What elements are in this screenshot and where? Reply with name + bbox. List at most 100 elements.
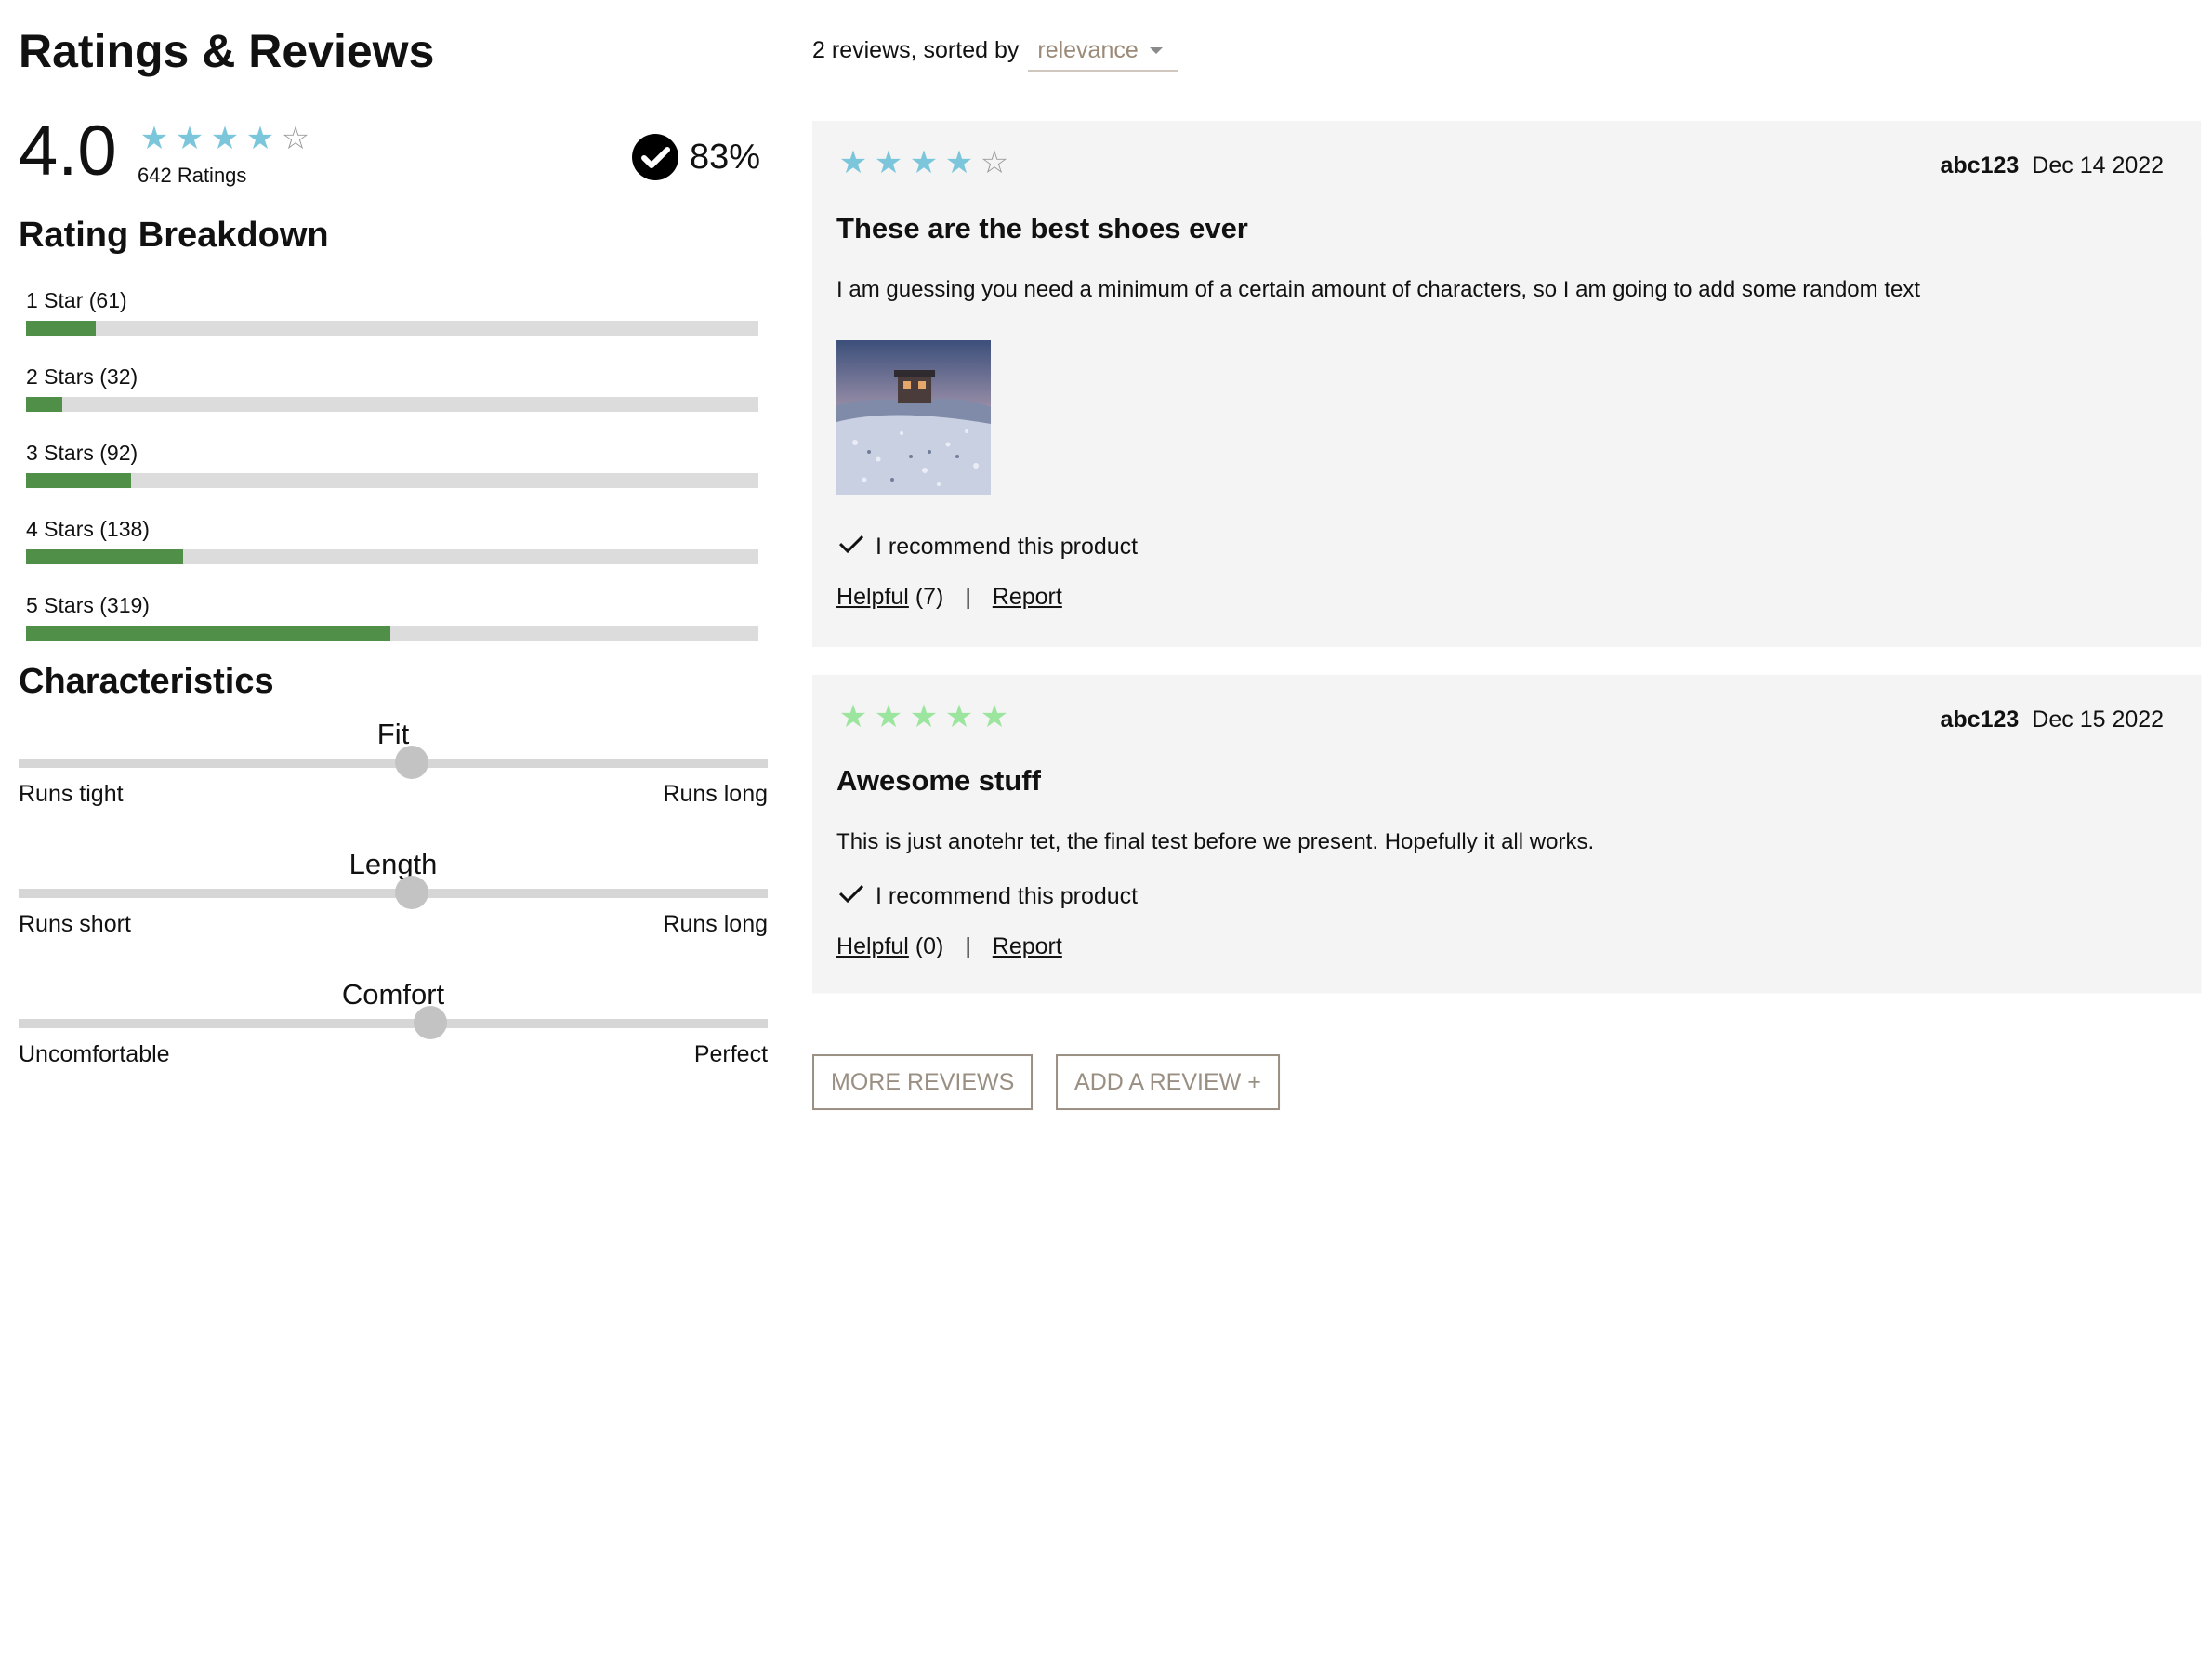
characteristic-low-label: Runs short bbox=[19, 911, 131, 938]
helpful-link[interactable]: Helpful bbox=[836, 584, 909, 610]
characteristic-name: Comfort bbox=[341, 978, 445, 1011]
review-card: ★ ★ ★ ★ ★ abc123 Dec 15 2022 Awesome stuff Th… bbox=[812, 675, 2202, 994]
star-icon: ★ bbox=[874, 145, 905, 181]
action-separator: | bbox=[965, 933, 971, 960]
characteristic-low-label: Runs tight bbox=[19, 781, 124, 808]
review-photo[interactable] bbox=[836, 340, 992, 496]
review-meta: abc123 Dec 14 2022 bbox=[1940, 152, 2164, 179]
star-icon: ★ bbox=[909, 699, 941, 735]
sort-dropdown[interactable]: relevance bbox=[1028, 37, 1178, 73]
helpful-count: (0) bbox=[915, 933, 944, 960]
review-date: Dec 14 2022 bbox=[2032, 152, 2165, 179]
rating-breakdown-title: Rating Breakdown bbox=[19, 216, 329, 256]
star-icon: ★ bbox=[909, 145, 941, 181]
breakdown-bar-track bbox=[26, 549, 759, 565]
review-date: Dec 15 2022 bbox=[2032, 707, 2165, 733]
star-icon: ★ bbox=[838, 699, 870, 735]
characteristic-length: Length Runs short Runs long bbox=[19, 848, 768, 938]
star-icon: ★ bbox=[874, 699, 905, 735]
check-circle-icon bbox=[632, 134, 679, 181]
report-link[interactable]: Report bbox=[993, 933, 1062, 959]
breakdown-row-5[interactable]: 5 Stars (319) bbox=[26, 593, 759, 641]
breakdown-bar-fill bbox=[26, 473, 131, 489]
breakdown-label[interactable]: 1 Star (61) bbox=[26, 288, 758, 313]
recommend-percentage-value: 83% bbox=[690, 137, 761, 177]
review-summary: These are the best shoes ever bbox=[836, 212, 1248, 245]
page-title: Ratings & Reviews bbox=[19, 25, 435, 78]
sort-selected-value: relevance bbox=[1037, 37, 1139, 64]
star-icon: ★ bbox=[139, 121, 171, 157]
star-icon: ★ bbox=[210, 121, 242, 157]
review-card: ★ ★ ★ ★ ☆ abc123 Dec 14 2022 These are the be… bbox=[812, 121, 2202, 648]
add-review-button[interactable]: ADD A REVIEW + bbox=[1056, 1054, 1280, 1111]
breakdown-label[interactable]: 2 Stars (32) bbox=[26, 364, 758, 390]
chevron-down-icon bbox=[1149, 47, 1163, 55]
star-icon: ★ bbox=[245, 121, 277, 157]
review-username: abc123 bbox=[1940, 152, 2020, 179]
characteristic-fit: Fit Runs tight Runs long bbox=[19, 718, 768, 808]
recommend-percentage: 83% bbox=[632, 134, 761, 181]
sort-bar: 2 reviews, sorted by relevance bbox=[812, 37, 1178, 73]
breakdown-bar-fill bbox=[26, 626, 390, 641]
recommend-text: I recommend this product bbox=[876, 534, 1139, 561]
breakdown-bar-track bbox=[26, 397, 759, 413]
average-rating: 4.0 bbox=[19, 112, 117, 192]
characteristic-name: Fit bbox=[376, 718, 410, 751]
star-icon: ★ bbox=[944, 145, 976, 181]
characteristic-track bbox=[19, 746, 769, 780]
helpful-count: (7) bbox=[915, 584, 944, 611]
review-body: This is just anotehr tet, the final test… bbox=[836, 829, 1595, 855]
star-icon: ★ bbox=[980, 699, 1011, 735]
breakdown-bar-track bbox=[26, 321, 759, 337]
review-count-label: 2 reviews, sorted by bbox=[812, 37, 1020, 64]
star-outline-icon: ☆ bbox=[281, 121, 312, 157]
characteristic-marker bbox=[414, 1006, 448, 1040]
breakdown-bar-track bbox=[26, 473, 759, 489]
characteristic-name: Length bbox=[349, 848, 438, 881]
check-icon bbox=[838, 883, 864, 910]
review-meta: abc123 Dec 15 2022 bbox=[1940, 707, 2164, 733]
characteristic-high-label: Runs long bbox=[663, 911, 769, 938]
recommend-line: I recommend this product bbox=[838, 534, 1138, 561]
breakdown-label[interactable]: 5 Stars (319) bbox=[26, 593, 758, 618]
breakdown-row-2[interactable]: 2 Stars (32) bbox=[26, 364, 759, 413]
recommend-text: I recommend this product bbox=[876, 883, 1139, 910]
average-stars: ★ ★ ★ ★ ☆ bbox=[138, 123, 314, 154]
star-icon: ★ bbox=[944, 699, 976, 735]
breakdown-row-4[interactable]: 4 Stars (138) bbox=[26, 517, 759, 565]
review-stars: ★ ★ ★ ★ ☆ bbox=[836, 147, 1013, 178]
characteristic-track bbox=[19, 1006, 769, 1040]
star-outline-icon: ☆ bbox=[980, 145, 1011, 181]
characteristic-marker bbox=[395, 746, 429, 780]
characteristics-title: Characteristics bbox=[19, 662, 274, 702]
review-stars: ★ ★ ★ ★ ★ bbox=[836, 701, 1013, 733]
star-icon: ★ bbox=[175, 121, 206, 157]
breakdown-row-1[interactable]: 1 Star (61) bbox=[26, 288, 759, 337]
breakdown-bar-fill bbox=[26, 549, 184, 565]
recommend-line: I recommend this product bbox=[838, 883, 1138, 910]
review-username: abc123 bbox=[1940, 707, 2020, 733]
characteristic-high-label: Runs long bbox=[663, 781, 769, 808]
review-actions: Helpful (0) | Report bbox=[836, 933, 1062, 960]
action-separator: | bbox=[965, 584, 971, 611]
report-link[interactable]: Report bbox=[993, 584, 1062, 610]
star-icon: ★ bbox=[838, 145, 870, 181]
breakdown-label[interactable]: 4 Stars (138) bbox=[26, 517, 758, 542]
characteristic-comfort: Comfort Uncomfortable Perfect bbox=[19, 978, 768, 1068]
breakdown-bar-fill bbox=[26, 321, 96, 337]
more-reviews-button[interactable]: MORE REVIEWS bbox=[812, 1054, 1034, 1111]
ratings-count: 642 Ratings bbox=[138, 164, 247, 188]
review-body: I am guessing you need a minimum of a ce… bbox=[836, 277, 1921, 303]
review-actions: Helpful (7) | Report bbox=[836, 584, 1062, 611]
breakdown-bar-fill bbox=[26, 397, 63, 413]
helpful-link[interactable]: Helpful bbox=[836, 933, 909, 959]
breakdown-label[interactable]: 3 Stars (92) bbox=[26, 441, 758, 466]
characteristic-track bbox=[19, 876, 769, 910]
check-icon bbox=[838, 534, 864, 561]
breakdown-row-3[interactable]: 3 Stars (92) bbox=[26, 441, 759, 489]
characteristic-marker bbox=[395, 876, 429, 910]
characteristic-low-label: Uncomfortable bbox=[19, 1041, 170, 1068]
review-summary: Awesome stuff bbox=[836, 764, 1041, 798]
breakdown-bar-track bbox=[26, 626, 759, 641]
characteristic-high-label: Perfect bbox=[693, 1041, 769, 1068]
